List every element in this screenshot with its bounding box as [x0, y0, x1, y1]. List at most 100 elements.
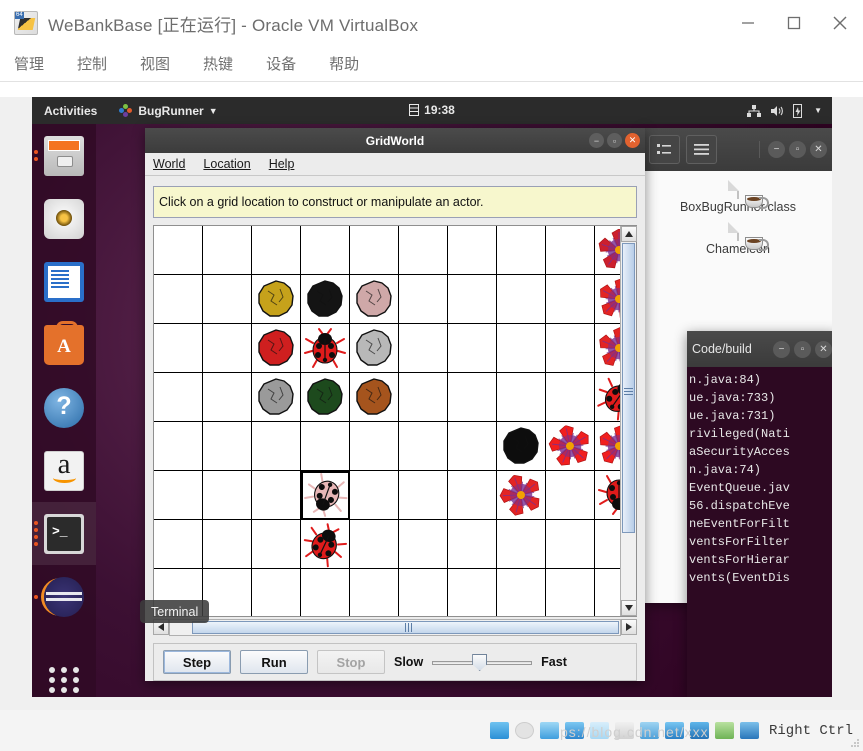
grid-cell-1-7[interactable]	[497, 275, 546, 324]
maximize-button[interactable]: ▫	[789, 141, 806, 158]
vbox-menu-control[interactable]: 控制	[77, 53, 107, 74]
resize-grip[interactable]	[851, 739, 860, 748]
grid-cell-4-0[interactable]	[154, 422, 203, 471]
grid-cell-7-8[interactable]	[546, 569, 595, 616]
grid-cell-2-6[interactable]	[448, 324, 497, 373]
maximize-button[interactable]	[771, 0, 817, 46]
minimize-button[interactable]: −	[768, 141, 785, 158]
grid-cell-6-0[interactable]	[154, 520, 203, 569]
grid-canvas[interactable]	[154, 226, 620, 616]
grid-cell-1-9[interactable]	[595, 275, 620, 324]
grid-cell-4-3[interactable]	[301, 422, 350, 471]
grid-cell-5-2[interactable]	[252, 471, 301, 520]
grid-cell-2-1[interactable]	[203, 324, 252, 373]
grid-cell-3-9[interactable]	[595, 373, 620, 422]
grid-cell-2-9[interactable]	[595, 324, 620, 373]
grid-cell-2-4[interactable]	[350, 324, 399, 373]
close-button[interactable]	[817, 0, 863, 46]
optical-disk-icon[interactable]	[514, 722, 534, 739]
grid-cell-7-3[interactable]	[301, 569, 350, 616]
grid-cell-5-5[interactable]	[399, 471, 448, 520]
dock-item-files[interactable]	[32, 124, 96, 187]
floppy-icon[interactable]	[539, 722, 559, 739]
grid-cell-7-5[interactable]	[399, 569, 448, 616]
grid-cell-6-9[interactable]	[595, 520, 620, 569]
grid-cell-6-3[interactable]	[301, 520, 350, 569]
vbox-menu-manage[interactable]: 管理	[14, 53, 44, 74]
vbox-menu-hotkey[interactable]: 热键	[203, 53, 233, 74]
list-item[interactable]: BoxBugRunner.class	[643, 180, 832, 215]
dock-item-writer[interactable]	[32, 250, 96, 313]
grid-cell-2-5[interactable]	[399, 324, 448, 373]
grid-cell-7-7[interactable]	[497, 569, 546, 616]
mouse-integration-icon[interactable]	[714, 722, 734, 739]
dock-item-eclipse[interactable]	[32, 565, 96, 628]
grid-cell-0-9[interactable]	[595, 226, 620, 275]
grid-cell-3-0[interactable]	[154, 373, 203, 422]
grid-cell-6-7[interactable]	[497, 520, 546, 569]
grid-cell-0-4[interactable]	[350, 226, 399, 275]
grid-cell-5-3[interactable]	[301, 471, 350, 520]
grid-cell-2-0[interactable]	[154, 324, 203, 373]
grid-cell-3-4[interactable]	[350, 373, 399, 422]
grid-cell-3-1[interactable]	[203, 373, 252, 422]
vbox-menu-devices[interactable]: 设备	[266, 53, 296, 74]
slider-knob[interactable]	[472, 654, 488, 671]
grid-cell-0-8[interactable]	[546, 226, 595, 275]
grid-cell-1-1[interactable]	[203, 275, 252, 324]
close-button[interactable]: ✕	[815, 340, 832, 358]
grid-cell-2-7[interactable]	[497, 324, 546, 373]
grid-cell-1-0[interactable]	[154, 275, 203, 324]
hamburger-menu-icon[interactable]	[686, 135, 717, 164]
grid-cell-0-3[interactable]	[301, 226, 350, 275]
maximize-button[interactable]: ▫	[607, 133, 622, 148]
grid-cell-0-1[interactable]	[203, 226, 252, 275]
grid-cell-0-0[interactable]	[154, 226, 203, 275]
activities-button[interactable]: Activities	[44, 104, 97, 118]
system-status-icons[interactable]: ▼	[747, 103, 822, 118]
grid-cell-5-6[interactable]	[448, 471, 497, 520]
horizontal-scroll-thumb[interactable]	[192, 621, 619, 634]
horizontal-scrollbar[interactable]	[153, 619, 637, 636]
grid-cell-6-8[interactable]	[546, 520, 595, 569]
dock-item-help[interactable]	[32, 376, 96, 439]
shared-folder-icon[interactable]	[614, 722, 634, 739]
terminal-output[interactable]: n.java:84) ue.java:733) ue.java:731) rivile…	[687, 367, 832, 697]
grid-cell-7-9[interactable]	[595, 569, 620, 616]
minimize-button[interactable]	[725, 0, 771, 46]
vbox-menu-view[interactable]: 视图	[140, 53, 170, 74]
grid-cell-5-8[interactable]	[546, 471, 595, 520]
grid-cell-4-1[interactable]	[203, 422, 252, 471]
horizontal-scroll-track[interactable]	[169, 619, 621, 636]
grid-cell-3-7[interactable]	[497, 373, 546, 422]
dock-item-software[interactable]	[32, 313, 96, 376]
grid-cell-0-7[interactable]	[497, 226, 546, 275]
grid-cell-3-2[interactable]	[252, 373, 301, 422]
grid-cell-6-6[interactable]	[448, 520, 497, 569]
minimize-button[interactable]: −	[589, 133, 604, 148]
scroll-up-arrow[interactable]	[621, 226, 637, 242]
grid-cell-1-3[interactable]	[301, 275, 350, 324]
grid-cell-5-1[interactable]	[203, 471, 252, 520]
grid-cell-3-3[interactable]	[301, 373, 350, 422]
grid-cell-4-5[interactable]	[399, 422, 448, 471]
grid-cell-2-3[interactable]	[301, 324, 350, 373]
grid-cell-3-6[interactable]	[448, 373, 497, 422]
hard-disk-icon[interactable]	[489, 722, 509, 739]
app-menu-button[interactable]: BugRunner ▼	[119, 104, 218, 118]
list-view-icon[interactable]	[649, 135, 680, 164]
grid-cell-4-7[interactable]	[497, 422, 546, 471]
grid-cell-4-8[interactable]	[546, 422, 595, 471]
menu-world[interactable]: World	[153, 157, 185, 171]
close-button[interactable]: ✕	[625, 133, 640, 148]
dock-item-rhythmbox[interactable]	[32, 187, 96, 250]
grid-cell-5-9[interactable]	[595, 471, 620, 520]
grid-cell-0-5[interactable]	[399, 226, 448, 275]
close-button[interactable]: ✕	[810, 141, 827, 158]
grid-cell-0-6[interactable]	[448, 226, 497, 275]
grid-cell-1-2[interactable]	[252, 275, 301, 324]
dock-item-terminal[interactable]	[32, 502, 96, 565]
stop-button[interactable]: Stop	[317, 650, 385, 674]
grid-cell-7-2[interactable]	[252, 569, 301, 616]
grid-cell-4-2[interactable]	[252, 422, 301, 471]
